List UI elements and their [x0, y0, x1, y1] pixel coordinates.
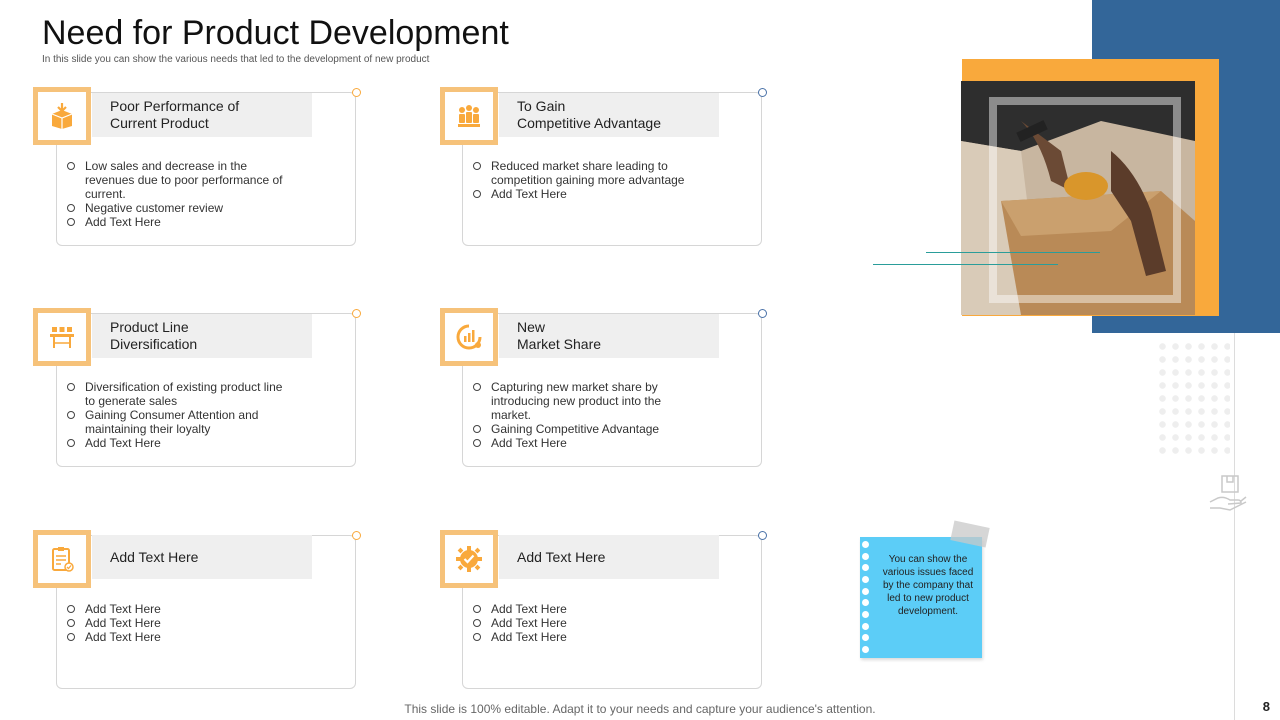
bullet: Diversification of existing product line… — [67, 380, 285, 408]
slide-footer: This slide is 100% editable. Adapt it to… — [404, 702, 876, 716]
card-bullets: Add Text Here Add Text Here Add Text Her… — [67, 602, 285, 644]
sticky-note-text: You can show the various issues faced by… — [882, 554, 974, 617]
bullet: Add Text Here — [67, 616, 285, 630]
card-dot — [352, 531, 361, 540]
card-title: Poor Performance of Current Product — [92, 93, 312, 137]
dot-pattern — [1156, 340, 1230, 460]
bullet: Add Text Here — [473, 187, 691, 201]
bullet: Capturing new market share by introducin… — [473, 380, 691, 422]
card-title: To Gain Competitive Advantage — [499, 93, 719, 137]
accent-line — [873, 264, 1058, 265]
bullet: Low sales and decrease in the revenues d… — [67, 159, 285, 201]
card-icon-box — [33, 530, 91, 588]
card-title: New Market Share — [499, 314, 719, 358]
card-icon-box — [440, 308, 498, 366]
card-dot — [758, 88, 767, 97]
team-icon — [458, 105, 480, 127]
bullet: Gaining Competitive Advantage — [473, 422, 691, 436]
card-icon-box — [440, 87, 498, 145]
bullet: Add Text Here — [67, 436, 285, 450]
bullet: Add Text Here — [473, 602, 691, 616]
slide-title: Need for Product Development — [42, 14, 509, 52]
card-dot — [352, 309, 361, 318]
bullet: Negative customer review — [67, 201, 285, 215]
hand-box-icon — [1209, 475, 1247, 511]
bullet: Add Text Here — [67, 602, 285, 616]
card-bullets: Diversification of existing product line… — [67, 380, 285, 450]
sticky-note: You can show the various issues faced by… — [860, 537, 982, 658]
photo-frame — [989, 97, 1181, 303]
conveyor-icon — [50, 327, 74, 348]
card-bullets: Add Text Here Add Text Here Add Text Her… — [473, 602, 691, 644]
card-dot — [352, 88, 361, 97]
card-bullets: Capturing new market share by introducin… — [473, 380, 691, 450]
accent-line — [926, 252, 1100, 253]
bullet: Gaining Consumer Attention and maintaini… — [67, 408, 285, 436]
card-icon-box — [440, 530, 498, 588]
vertical-divider — [1234, 333, 1235, 720]
bullet: Add Text Here — [67, 630, 285, 644]
bullet: Add Text Here — [473, 436, 691, 450]
card-bullets: Low sales and decrease in the revenues d… — [67, 159, 285, 229]
card-title: Product Line Diversification — [92, 314, 312, 358]
market-chart-icon — [456, 324, 482, 350]
bullet: Reduced market share leading to competit… — [473, 159, 691, 187]
card-icon-box — [33, 87, 91, 145]
card-dot — [758, 531, 767, 540]
bullet: Add Text Here — [473, 630, 691, 644]
card-icon-box — [33, 308, 91, 366]
page-number: 8 — [1262, 699, 1270, 714]
bullet: Add Text Here — [67, 215, 285, 229]
sticky-note-holes — [862, 541, 870, 653]
gear-check-icon — [456, 546, 482, 572]
card-bullets: Reduced market share leading to competit… — [473, 159, 691, 201]
card-title: Add Text Here — [499, 535, 719, 579]
slide-subtitle: In this slide you can show the various n… — [42, 54, 430, 65]
bullet: Add Text Here — [473, 616, 691, 630]
card-dot — [758, 309, 767, 318]
clipboard-icon — [52, 547, 74, 572]
card-title: Add Text Here — [92, 535, 312, 579]
box-down-icon — [51, 103, 73, 129]
product-photo — [961, 81, 1195, 315]
